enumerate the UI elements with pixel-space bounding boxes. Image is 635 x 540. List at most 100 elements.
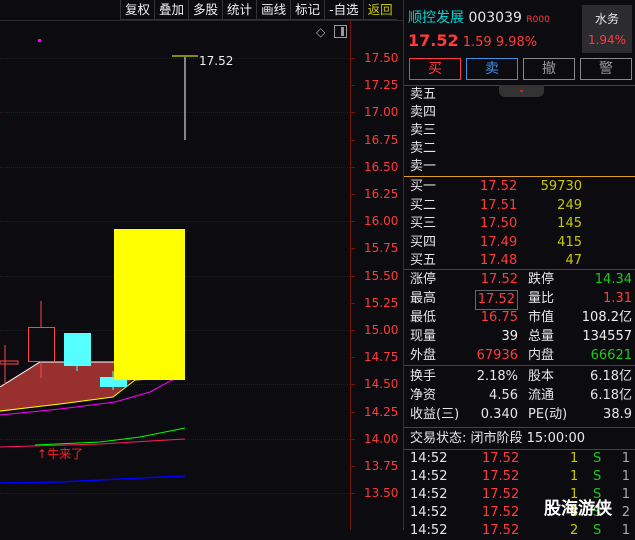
ask-label: 卖一 xyxy=(410,159,437,174)
bid-row[interactable]: 买二 17.51 249 xyxy=(410,197,632,215)
bid-volume: 415 xyxy=(557,234,582,250)
high-price-label: 17.52 xyxy=(199,54,234,68)
last-price: 17.52 xyxy=(408,31,459,50)
fund-label: PE(动) xyxy=(528,407,568,422)
tick-mark xyxy=(350,357,355,359)
price-tick-label: 14.75 xyxy=(364,350,399,365)
sector-pct: 1.94% xyxy=(587,33,627,47)
fund-label: 净资 xyxy=(410,388,437,403)
ma30-line xyxy=(0,438,186,448)
fund-label: 流通 xyxy=(528,388,555,403)
bid-volume: 249 xyxy=(557,197,582,213)
fund-value: 0.340 xyxy=(480,407,518,422)
tick-mark xyxy=(350,302,355,304)
stat-value: 17.52 xyxy=(474,290,518,310)
stock-tag: R000 xyxy=(526,15,550,25)
price-tick-label: 16.50 xyxy=(364,159,399,174)
price-tick-label: 15.25 xyxy=(364,295,399,310)
stat-label: 涨停 xyxy=(410,272,437,287)
toolbar-back[interactable]: 返回 xyxy=(362,0,397,19)
tick-mark xyxy=(350,139,355,141)
tick-mark xyxy=(350,248,355,250)
ask-row[interactable]: 卖五 xyxy=(410,86,632,104)
cancel-order-button[interactable]: 撤 xyxy=(523,58,575,80)
stat-value: 39 xyxy=(501,329,518,344)
bid-volume: 47 xyxy=(565,253,582,268)
alert-button[interactable]: 警 xyxy=(580,58,632,80)
tick-mark xyxy=(350,221,355,223)
trade-price: 17.52 xyxy=(482,487,520,502)
price-change-pct: 9.98% xyxy=(495,35,538,50)
trade-count: 2 xyxy=(621,505,630,520)
stat-label: 总量 xyxy=(528,329,555,344)
trade-time: 14:52 xyxy=(410,505,448,520)
stat-value: 17.52 xyxy=(480,272,518,287)
trade-time: 14:52 xyxy=(410,451,448,466)
fundamental-row: 换手 2.18% 股本 6.18亿 xyxy=(410,368,632,386)
buy-button[interactable]: 买 xyxy=(409,58,461,80)
trade-price: 17.52 xyxy=(482,523,520,538)
bid-price: 17.52 xyxy=(480,179,518,194)
bid-price: 17.51 xyxy=(480,197,518,213)
ask-row[interactable]: 卖三 xyxy=(410,122,632,140)
price-tick-label: 14.25 xyxy=(364,404,399,419)
ask-row[interactable]: 卖一 xyxy=(410,158,632,176)
trade-row: 14:52 17.52 2 S 1 xyxy=(410,522,632,540)
trade-time: 14:52 xyxy=(410,487,448,502)
sector-box[interactable]: 水务 1.94% xyxy=(582,5,632,53)
stat-value: 16.75 xyxy=(480,310,518,325)
stat-value: 67936 xyxy=(476,348,518,363)
ask-row[interactable]: 卖二 xyxy=(410,140,632,158)
stat-label: 内盘 xyxy=(528,348,555,363)
stat-value: 66621 xyxy=(590,348,632,363)
tick-mark xyxy=(350,58,355,59)
bid-price: 17.50 xyxy=(480,216,518,231)
stat-label: 量比 xyxy=(528,291,555,306)
ma20-line xyxy=(34,427,186,446)
price-change: 1.59 xyxy=(462,35,492,50)
bid-label: 买四 xyxy=(410,234,437,250)
tick-mark xyxy=(350,384,355,386)
price-tick-label: 13.50 xyxy=(364,486,399,501)
signal-label: ↑牛来了 xyxy=(37,447,84,461)
tick-mark xyxy=(350,275,355,277)
trade-count: 1 xyxy=(621,451,630,466)
stat-row: 现量 39 总量 134557 xyxy=(410,328,632,346)
fund-value: 6.18亿 xyxy=(590,369,632,384)
fund-value: 2.18% xyxy=(476,369,518,384)
quote-panel: 顺控发展 003039 R000 17.52 1.59 9.98% 水务 1.9… xyxy=(403,0,635,538)
sell-button[interactable]: 卖 xyxy=(466,58,518,80)
trade-price: 17.52 xyxy=(482,451,520,466)
bid-row[interactable]: 买四 17.49 415 xyxy=(410,234,632,252)
trade-volume: 1 xyxy=(570,469,579,484)
trading-status: 交易状态: 闭市阶段 15:00:00 xyxy=(410,431,586,446)
stat-value: 108.2亿 xyxy=(581,310,632,325)
trade-price: 17.52 xyxy=(482,469,520,484)
tick-mark xyxy=(350,85,355,87)
candle xyxy=(64,333,91,366)
price-tick-label: 14.50 xyxy=(364,377,399,392)
stock-code: 003039 xyxy=(468,10,522,26)
sector-name: 水务 xyxy=(594,12,619,26)
price-tick-label: 17.25 xyxy=(364,78,399,93)
ma60-line xyxy=(0,475,186,484)
bid-row[interactable]: 买三 17.50 145 xyxy=(410,215,632,233)
bid-row[interactable]: 买五 17.48 47 xyxy=(410,252,632,270)
price-tick-label: 16.75 xyxy=(364,132,399,147)
tick-mark xyxy=(350,466,355,467)
tick-mark xyxy=(350,438,355,440)
stat-value: 1.31 xyxy=(603,291,632,306)
stat-label: 现量 xyxy=(410,329,437,344)
bid-row[interactable]: 买一 17.52 59730 xyxy=(410,178,632,196)
stat-value: 134557 xyxy=(582,329,632,344)
price-tick-label: 15.75 xyxy=(364,241,399,256)
trade-side: S xyxy=(593,523,602,538)
fund-value: 4.56 xyxy=(489,388,518,403)
tick-mark xyxy=(350,166,355,168)
trade-volume: 1 xyxy=(570,451,579,466)
bid-label: 买三 xyxy=(410,216,437,231)
tick-mark xyxy=(350,411,355,413)
ask-label: 卖二 xyxy=(410,141,437,156)
stat-label: 外盘 xyxy=(410,348,437,363)
ask-row[interactable]: 卖四 xyxy=(410,104,632,122)
